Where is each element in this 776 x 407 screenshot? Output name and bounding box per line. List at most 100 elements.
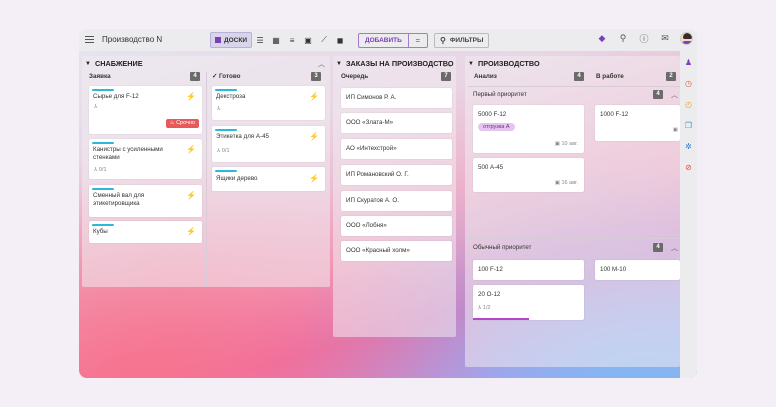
- panel-title: СНАБЖЕНИЕ: [94, 59, 143, 68]
- view-calendar-button[interactable]: ▣: [300, 32, 316, 48]
- card-title: 100 M-10: [600, 266, 627, 273]
- chevron-down-icon[interactable]: ▼: [336, 61, 342, 67]
- group-count: 4: [653, 243, 663, 252]
- history-icon[interactable]: ◴: [683, 99, 694, 110]
- collapse-icon[interactable]: ︿: [671, 90, 678, 100]
- column-count: 7: [441, 72, 451, 81]
- order-card[interactable]: ИП Симонов Р. А.: [341, 88, 452, 108]
- chevron-down-icon[interactable]: ▼: [468, 61, 474, 67]
- card-tag: отгрузка А: [478, 123, 515, 131]
- card-title: Канистры с усиленными стенками: [93, 146, 163, 161]
- settings-icon[interactable]: ✲: [683, 141, 694, 152]
- collapse-icon[interactable]: ︿: [671, 243, 678, 253]
- search-icon[interactable]: ⚲: [617, 33, 629, 45]
- card-stripe: [215, 89, 237, 91]
- card-title: ИП Романовский О. Г.: [346, 171, 409, 178]
- task-card[interactable]: Ящики дерево ⚡: [212, 167, 325, 191]
- card-title: Этикетка для А-45: [216, 133, 269, 140]
- view-table-button[interactable]: ▦: [268, 32, 284, 48]
- column-divider: [206, 72, 207, 287]
- menu-icon[interactable]: [85, 36, 94, 43]
- column-title-text: Готово: [219, 73, 241, 80]
- top-toolbar: Производство N ДОСКИ ☰ ▦ ≡ ▣ ⟋ ◼ ДОБАВИТ…: [79, 29, 697, 51]
- column-title: Заявка: [89, 73, 111, 80]
- add-button-label: ДОБАВИТЬ: [359, 34, 409, 47]
- filter-icon: ⚲: [440, 36, 446, 45]
- progress-bar: [473, 318, 529, 320]
- due-date-text: 16 авг.: [561, 180, 579, 186]
- order-card[interactable]: ИП Скуратов А. О.: [341, 191, 452, 211]
- view-chart-button[interactable]: ⟋: [316, 32, 332, 48]
- collapse-icon[interactable]: ︿: [444, 59, 451, 69]
- subtask-count: 1/2: [482, 305, 491, 311]
- order-card[interactable]: ООО «Лобня»: [341, 216, 452, 236]
- card-stripe: [215, 129, 237, 131]
- card-stripe: [92, 224, 114, 226]
- timer-icon[interactable]: ◷: [683, 78, 694, 89]
- view-boards-button[interactable]: ДОСКИ: [210, 32, 253, 48]
- view-archive-button[interactable]: ◼: [332, 32, 348, 48]
- task-card[interactable]: 5000 F-12 отгрузка А ▣ 10 авг.: [473, 105, 584, 153]
- task-card[interactable]: 500 А-45 ▣ 16 авг.: [473, 158, 584, 192]
- calendar-icon: ▣: [304, 35, 312, 45]
- order-card[interactable]: ИП Романовский О. Г.: [341, 165, 452, 185]
- group-divider: [468, 86, 680, 87]
- collapse-icon[interactable]: ︿: [318, 59, 325, 69]
- column-title: ✓ Готово: [212, 73, 240, 80]
- task-card[interactable]: Сменный вал для этикетировщика ⚡: [89, 185, 202, 217]
- brand-icon[interactable]: ◆: [596, 33, 608, 45]
- block-icon[interactable]: ⊘: [683, 162, 694, 173]
- card-title: ООО «Злата-М»: [346, 119, 394, 126]
- help-icon[interactable]: ⓘ: [638, 33, 650, 45]
- lightning-icon: ⚡: [186, 191, 196, 200]
- right-sidebar: ♟ ◷ ◴ ❐ ✲ ⊘: [680, 51, 697, 378]
- task-card[interactable]: Этикетка для А-45 ⚡ ⅄ 0/1: [212, 126, 325, 162]
- order-card[interactable]: АО «Интехстрой»: [341, 139, 452, 159]
- column-count: 4: [190, 72, 200, 81]
- column-title: Анализ: [474, 73, 497, 80]
- add-menu-icon[interactable]: =: [409, 34, 427, 47]
- card-title: ООО «Лобня»: [346, 222, 387, 229]
- view-list-button[interactable]: ☰: [252, 32, 268, 48]
- filters-button[interactable]: ⚲ ФИЛЬТРЫ: [434, 33, 490, 48]
- calendar-icon: ▣: [672, 127, 678, 133]
- filters-label: ФИЛЬТРЫ: [449, 37, 484, 44]
- task-card[interactable]: Кубы ⚡: [89, 221, 202, 243]
- task-card[interactable]: 100 F-12: [473, 260, 584, 280]
- task-card[interactable]: 100 M-10: [595, 260, 680, 280]
- archive-icon: ◼: [336, 35, 344, 45]
- card-stripe: [92, 89, 114, 91]
- column-count: 2: [666, 72, 676, 81]
- task-card[interactable]: 20 O-12 ⅄ 1/2: [473, 285, 584, 320]
- card-title: ИП Симонов Р. А.: [346, 94, 397, 101]
- subtask-icon: ⅄: [94, 104, 98, 110]
- column-title: Очередь: [341, 73, 369, 80]
- avatar[interactable]: [680, 32, 693, 45]
- card-title: 20 O-12: [478, 291, 501, 298]
- due-date: ▣ 16 авг.: [555, 180, 578, 186]
- lightning-icon: ⚡: [309, 132, 319, 141]
- group-count: 4: [653, 90, 663, 99]
- order-card[interactable]: ООО «Злата-М»: [341, 113, 452, 133]
- lightning-icon: ⚡: [186, 227, 196, 236]
- card-stripe: [92, 188, 114, 190]
- mail-icon[interactable]: ✉: [659, 33, 671, 45]
- order-card[interactable]: ООО «Красный холм»: [341, 241, 452, 261]
- chevron-down-icon[interactable]: ▼: [85, 61, 91, 67]
- view-gantt-button[interactable]: ≡: [284, 32, 300, 48]
- calendar-icon: ▣: [554, 141, 562, 147]
- page-title: Производство N: [102, 35, 163, 44]
- copy-icon[interactable]: ❐: [683, 120, 694, 131]
- card-title: 5000 F-12: [478, 111, 507, 118]
- table-icon: ▦: [272, 35, 280, 45]
- card-title: Декстроза: [216, 93, 246, 100]
- task-card[interactable]: Сырье для F-12 ⚡ ⅄ ♨ Срочно: [89, 86, 202, 134]
- card-title: 500 А-45: [478, 164, 504, 171]
- card-title: Сменный вал для этикетировщика: [93, 192, 145, 207]
- task-card[interactable]: 1000 F-12 ▣: [595, 105, 680, 141]
- task-card[interactable]: Декстроза ⚡ ⅄: [212, 86, 325, 120]
- column-title: В работе: [596, 73, 624, 80]
- add-button[interactable]: ДОБАВИТЬ =: [358, 33, 428, 48]
- users-icon[interactable]: ♟: [683, 57, 694, 68]
- task-card[interactable]: Канистры с усиленными стенками ⚡ ⅄ 0/1: [89, 139, 202, 179]
